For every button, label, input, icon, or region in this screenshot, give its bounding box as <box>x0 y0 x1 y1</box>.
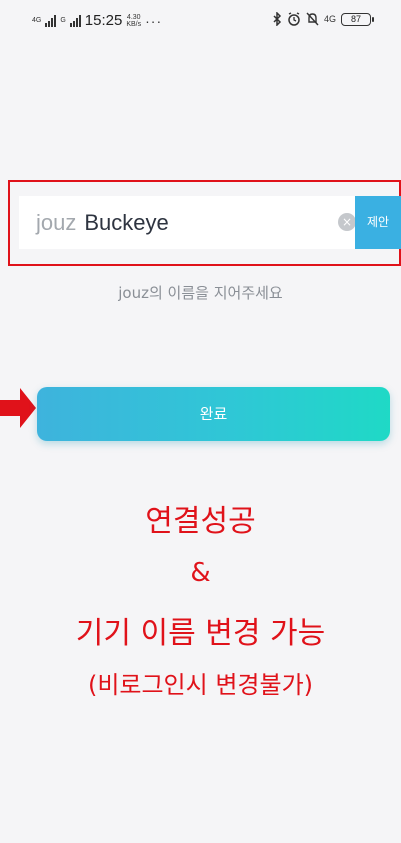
status-right: 4G 87 <box>272 12 374 26</box>
signal1-label: 4G <box>32 17 42 24</box>
alarm-icon <box>288 12 300 26</box>
signal-strength-icon-2 <box>69 14 81 27</box>
status-time: 15:25 <box>84 12 123 29</box>
annotation-login-note: (비로그인시 변경불가) <box>87 671 314 699</box>
done-button[interactable]: 완료 <box>37 387 390 441</box>
network-type: 4G <box>323 13 336 24</box>
clear-icon[interactable]: × <box>338 213 356 231</box>
network-speed: 4.30 KB/s <box>126 14 141 28</box>
name-prefix: jouz <box>36 209 77 235</box>
mute-icon <box>306 12 319 26</box>
annotation-connection-success: 연결성공 <box>145 504 256 539</box>
suggest-button[interactable]: 제안 <box>355 196 401 249</box>
speed-value: 4.30 <box>126 13 141 21</box>
annotation-rename-possible: 기기 이름 변경 가능 <box>75 616 326 651</box>
bluetooth-icon <box>273 12 282 26</box>
device-name-field[interactable]: jouz Buckeye × 제안 <box>19 196 401 249</box>
battery-icon: 87 <box>341 12 374 26</box>
annotation-ampersand: & <box>190 558 211 588</box>
arrow-icon <box>0 388 36 428</box>
name-hint: jouz의 이름을 지어주세요 <box>118 284 283 302</box>
device-name-input[interactable]: Buckeye <box>84 210 168 236</box>
signal2-label: G <box>60 17 66 24</box>
more-notifications-icon: ··· <box>145 12 163 29</box>
signal-strength-icon <box>45 14 57 27</box>
status-bar: 4G G 15:25 4.30 KB/s ··· 4G 87 <box>0 0 401 40</box>
speed-unit: KB/s <box>126 20 142 28</box>
status-left: 4G G 15:25 4.30 KB/s ··· <box>32 12 162 29</box>
